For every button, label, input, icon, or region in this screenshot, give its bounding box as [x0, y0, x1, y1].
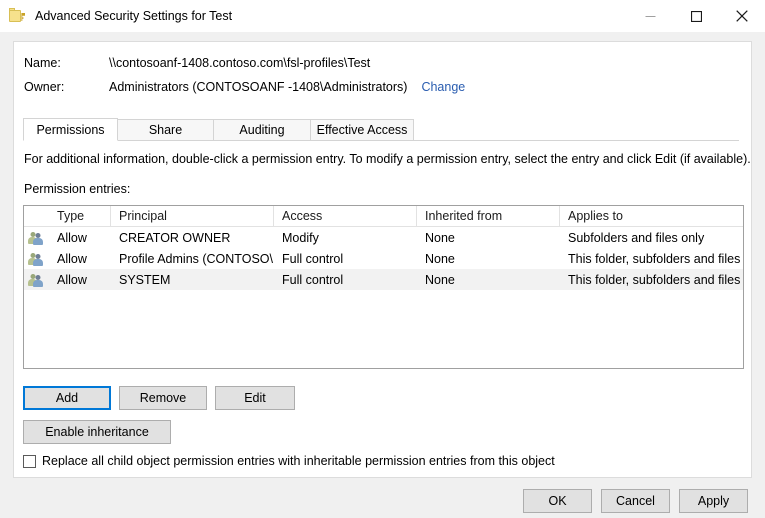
cell-principal: SYSTEM: [111, 273, 274, 287]
row-icon-cell: [24, 252, 49, 266]
cell-applies-to: This folder, subfolders and files: [560, 273, 743, 287]
owner-label: Owner:: [24, 80, 109, 94]
group-icon: [28, 231, 44, 245]
name-label: Name:: [24, 56, 109, 70]
cell-access: Modify: [274, 231, 417, 245]
column-header-applies-to[interactable]: Applies to: [560, 206, 743, 226]
cell-type: Allow: [49, 231, 111, 245]
enable-inheritance-button[interactable]: Enable inheritance: [23, 420, 171, 444]
entries-column-header: Type Principal Access Inherited from App…: [24, 206, 743, 227]
tab-strip: Permissions Share Auditing Effective Acc…: [23, 118, 739, 141]
column-header-icon-spacer: [24, 206, 49, 226]
ok-button[interactable]: OK: [523, 489, 592, 513]
column-header-type[interactable]: Type: [49, 206, 111, 226]
permission-entries-list[interactable]: Type Principal Access Inherited from App…: [23, 205, 744, 369]
maximize-button[interactable]: [673, 0, 719, 32]
owner-value: Administrators (CONTOSOANF -1408\Adminis…: [109, 80, 407, 94]
replace-child-permissions-row: Replace all child object permission entr…: [23, 454, 555, 468]
cell-access: Full control: [274, 273, 417, 287]
name-value: \\contosoanf-1408.contoso.com\fsl-profil…: [109, 56, 370, 70]
cell-principal: CREATOR OWNER: [111, 231, 274, 245]
cell-principal: Profile Admins (CONTOSO\Pr...: [111, 252, 274, 266]
tab-share[interactable]: Share: [117, 119, 214, 141]
cancel-button[interactable]: Cancel: [601, 489, 670, 513]
cell-type: Allow: [49, 252, 111, 266]
content-panel: Name: \\contosoanf-1408.contoso.com\fsl-…: [13, 41, 752, 478]
table-row[interactable]: Allow Profile Admins (CONTOSO\Pr... Full…: [24, 248, 743, 269]
group-icon: [28, 273, 44, 287]
row-icon-cell: [24, 231, 49, 245]
group-icon: [28, 252, 44, 266]
window-title: Advanced Security Settings for Test: [35, 9, 232, 23]
entries-row-container: Allow CREATOR OWNER Modify None Subfolde…: [24, 227, 743, 290]
column-header-principal[interactable]: Principal: [111, 206, 274, 226]
column-header-access[interactable]: Access: [274, 206, 417, 226]
replace-child-permissions-checkbox[interactable]: [23, 455, 36, 468]
cell-inherited-from: None: [417, 252, 560, 266]
remove-button[interactable]: Remove: [119, 386, 207, 410]
apply-button[interactable]: Apply: [679, 489, 748, 513]
name-row: Name: \\contosoanf-1408.contoso.com\fsl-…: [24, 56, 724, 80]
table-row[interactable]: Allow SYSTEM Full control None This fold…: [24, 269, 743, 290]
owner-row: Owner: Administrators (CONTOSOANF -1408\…: [24, 80, 724, 104]
close-button[interactable]: [719, 0, 765, 32]
cell-type: Allow: [49, 273, 111, 287]
folder-key-icon: [9, 8, 25, 24]
column-header-inherited-from[interactable]: Inherited from: [417, 206, 560, 226]
tab-auditing[interactable]: Auditing: [213, 119, 311, 141]
cell-applies-to: Subfolders and files only: [560, 231, 743, 245]
permission-entries-label: Permission entries:: [24, 182, 130, 196]
replace-child-permissions-label[interactable]: Replace all child object permission entr…: [42, 454, 555, 468]
table-row[interactable]: Allow CREATOR OWNER Modify None Subfolde…: [24, 227, 743, 248]
caption-button-group: [627, 0, 765, 32]
minimize-button[interactable]: [627, 0, 673, 32]
object-info-block: Name: \\contosoanf-1408.contoso.com\fsl-…: [24, 56, 724, 104]
tab-permissions[interactable]: Permissions: [23, 118, 118, 141]
instruction-text: For additional information, double-click…: [24, 152, 739, 166]
tab-effective-access[interactable]: Effective Access: [310, 119, 414, 141]
cell-inherited-from: None: [417, 273, 560, 287]
cell-inherited-from: None: [417, 231, 560, 245]
dialog-footer: OK Cancel Apply: [0, 478, 765, 518]
advanced-security-settings-window: Advanced Security Settings for Test: [0, 0, 765, 518]
title-bar: Advanced Security Settings for Test: [0, 0, 765, 32]
row-icon-cell: [24, 273, 49, 287]
cell-applies-to: This folder, subfolders and files: [560, 252, 743, 266]
owner-change-link[interactable]: Change: [421, 80, 465, 94]
cell-access: Full control: [274, 252, 417, 266]
edit-button[interactable]: Edit: [215, 386, 295, 410]
add-button[interactable]: Add: [23, 386, 111, 410]
